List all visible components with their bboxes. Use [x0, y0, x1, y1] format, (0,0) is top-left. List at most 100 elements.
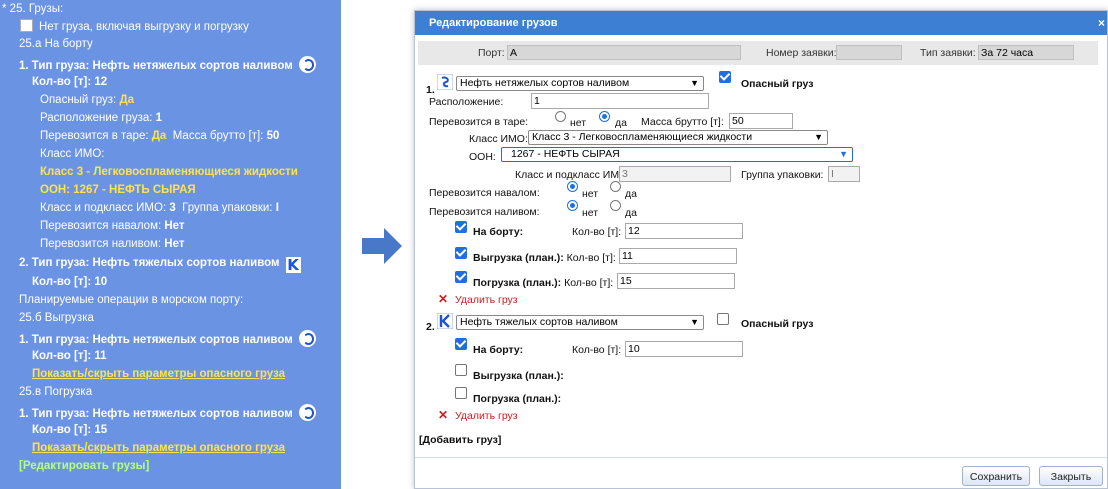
cargo2-load-label: Погрузка (план.): [473, 393, 562, 405]
cargo1-liquid-yes-radio[interactable] [610, 200, 621, 211]
cargo1-onboard-label: На борту: [473, 226, 524, 238]
cargo2-delete-link[interactable]: Удалить груз [455, 410, 518, 422]
cargo1-tare-yes-label: да [615, 117, 627, 129]
save-button[interactable]: Сохранить [962, 466, 1030, 486]
cargo1-load-checkbox[interactable] [455, 271, 467, 283]
load-header: 25.в Погрузка [19, 386, 93, 398]
light-oil-icon [437, 74, 453, 90]
edit-cargo-link[interactable]: [Редактировать грузы] [19, 459, 149, 473]
cargo1-gross-input[interactable]: 50 [729, 113, 793, 129]
cargo1-imo-select[interactable]: Класс 3 - Легковоспламеняющиеся жидкости… [528, 130, 828, 145]
unload-header: 25.б Выгрузка [19, 312, 94, 324]
close-button[interactable]: Закрыть [1039, 466, 1103, 486]
cargo1-load-row: Погрузка (план.): Кол-во [т]: [473, 277, 614, 289]
cargo1-tare-no-label: нет [570, 117, 587, 129]
cargo2-title: 2. Тип груза: Нефть тяжелых сортов налив… [19, 256, 301, 274]
cargo1-bulk-no-label: нет [582, 188, 599, 200]
cargo1-onboard-input[interactable]: 12 [625, 223, 743, 239]
request-type-label: Тип заявки: [920, 47, 976, 59]
cargo1-oon-label: ООН: [469, 151, 496, 163]
cargo2-delete-icon[interactable]: ✕ [438, 408, 448, 422]
oon-row: ООН: 1267 - НЕФТЬ СЫРАЯ [40, 184, 196, 196]
cargo1-gross-label: Масса брутто [т]: [641, 116, 724, 128]
load-qty: Кол-во [т]: 15 [32, 424, 108, 436]
planned-ops: Планируемые операции в морском порту: [19, 294, 244, 306]
cargo2-onboard-qty-label: Кол-во [т]: [572, 344, 622, 356]
cargo1-liquid-label: Перевозится наливом: [429, 206, 540, 218]
cargo1-tare-no-radio[interactable] [555, 111, 566, 122]
request-no-label: Номер заявки: [766, 47, 837, 59]
cargo1-dangerous-checkbox[interactable] [719, 71, 731, 83]
port-label: Порт: [478, 47, 505, 59]
request-no-field [836, 45, 902, 60]
cargo1-delete-link[interactable]: Удалить груз [455, 294, 518, 306]
heavy-oil-icon [437, 313, 453, 329]
cargo2-onboard-checkbox[interactable] [455, 338, 467, 350]
chevron-down-icon: ▼ [690, 78, 699, 88]
cargo2-onboard-input[interactable]: 10 [625, 341, 743, 357]
cargo1-onboard-checkbox[interactable] [455, 221, 467, 233]
cargo1-liquid-no-radio[interactable] [567, 200, 578, 211]
liquid-row: Перевозится наливом: Нет [40, 238, 185, 250]
load-cargo-title: 1. Тип груза: Нефть нетяжелых сортов нал… [19, 404, 316, 421]
cargo1-bulk-no-radio[interactable] [567, 181, 578, 192]
chevron-down-icon: ▼ [690, 317, 699, 327]
close-icon[interactable]: × [1098, 11, 1105, 35]
cargo1-bulk-label: Перевозится навалом: [429, 187, 540, 199]
section-title: * 25. Грузы: [2, 3, 64, 15]
cargo2-unload-checkbox[interactable] [455, 364, 467, 376]
cargo1-onboard-qty-label: Кол-во [т]: [572, 226, 622, 238]
cargo1-unload-row: Выгрузка (план.): Кол-во [т]: [473, 252, 616, 264]
heavy-oil-icon: K [285, 256, 301, 274]
add-cargo-link[interactable]: [Добавить груз] [419, 434, 501, 447]
imo-subclass-row: Класс и подкласс ИМО: 3 Группа упаковки:… [40, 202, 279, 214]
footer-divider [415, 457, 1107, 458]
cargo1-dangerous-label: Опасный груз [741, 78, 814, 90]
cargo1-imo-label: Класс ИМО: [469, 133, 528, 145]
cargo2-dangerous-checkbox[interactable] [717, 313, 729, 325]
unload-qty: Кол-во [т]: 11 [32, 350, 107, 362]
cargo1-pack-field: I [828, 166, 860, 182]
cargo2-dangerous-label: Опасный груз [741, 318, 814, 330]
cargo1-location-input[interactable]: 1 [531, 93, 709, 109]
cargo2-load-checkbox[interactable] [455, 387, 467, 399]
cargo1-location-label: Расположение: [429, 96, 504, 108]
cargo1-bulk-yes-label: да [625, 188, 637, 200]
imo-class-label: Класс ИМО: [40, 148, 105, 160]
request-type-field: За 72 часа [978, 45, 1074, 60]
no-cargo-row[interactable]: Нет груза, включая выгрузку и погрузку [20, 19, 249, 34]
cargo1-tare-yes-radio[interactable] [599, 111, 610, 122]
edit-cargo-dialog: Редактирование грузов × Порт: А Номер за… [414, 10, 1108, 489]
bulk-row: Перевозится навалом: Нет [40, 220, 185, 232]
cargo1-oon-select[interactable]: 1267 - НЕФТЬ СЫРАЯ ▼ [501, 147, 853, 162]
light-oil-icon [298, 330, 316, 347]
cargo1-unload-checkbox[interactable] [455, 247, 467, 259]
no-cargo-checkbox[interactable] [20, 19, 33, 32]
port-field: А [507, 45, 741, 60]
cargo1-bulk-yes-radio[interactable] [610, 181, 621, 192]
cargo1-unload-input[interactable]: 11 [619, 248, 737, 264]
cargo1-tare-label: Перевозится в таре: [429, 116, 529, 128]
cargo1-liquid-no-label: нет [582, 207, 599, 219]
cargo1-load-input[interactable]: 15 [617, 273, 735, 289]
cargo1-type-select[interactable]: Нефть нетяжелых сортов наливом ▼ [456, 76, 704, 91]
toggle-dangerous-link-2[interactable]: Показать/скрыть параметры опасного груза [32, 441, 285, 455]
imo-class-value: Класс 3 - Легковоспламеняющиеся жидкости [40, 166, 298, 178]
cargo1-liquid-yes-label: да [625, 207, 637, 219]
dangerous-row: Опасный груз: Да [40, 94, 135, 106]
toggle-dangerous-link-1[interactable]: Показать/скрыть параметры опасного груза [32, 367, 285, 381]
cargo1-delete-icon[interactable]: ✕ [438, 292, 448, 306]
location-row: Расположение груза: 1 [40, 112, 163, 124]
light-oil-icon [298, 56, 316, 73]
dialog-titlebar[interactable]: Редактирование грузов × [415, 11, 1107, 35]
unload-cargo-title: 1. Тип груза: Нефть нетяжелых сортов нал… [19, 330, 316, 347]
onboard-header: 25.а На борту [19, 38, 93, 50]
cargo2-type-select[interactable]: Нефть тяжелых сортов наливом ▼ [456, 315, 704, 330]
cargo1-subclass-field: 3 [619, 166, 731, 182]
cargo1-qty: Кол-во [т]: 12 [32, 76, 108, 88]
cargo2-onboard-label: На борту: [473, 344, 524, 356]
cargo2-unload-label: Выгрузка (план.): [473, 370, 564, 382]
cargo2-qty: Кол-во [т]: 10 [32, 276, 108, 288]
dialog-title: Редактирование грузов [429, 17, 558, 29]
chevron-down-icon: ▼ [839, 149, 848, 159]
